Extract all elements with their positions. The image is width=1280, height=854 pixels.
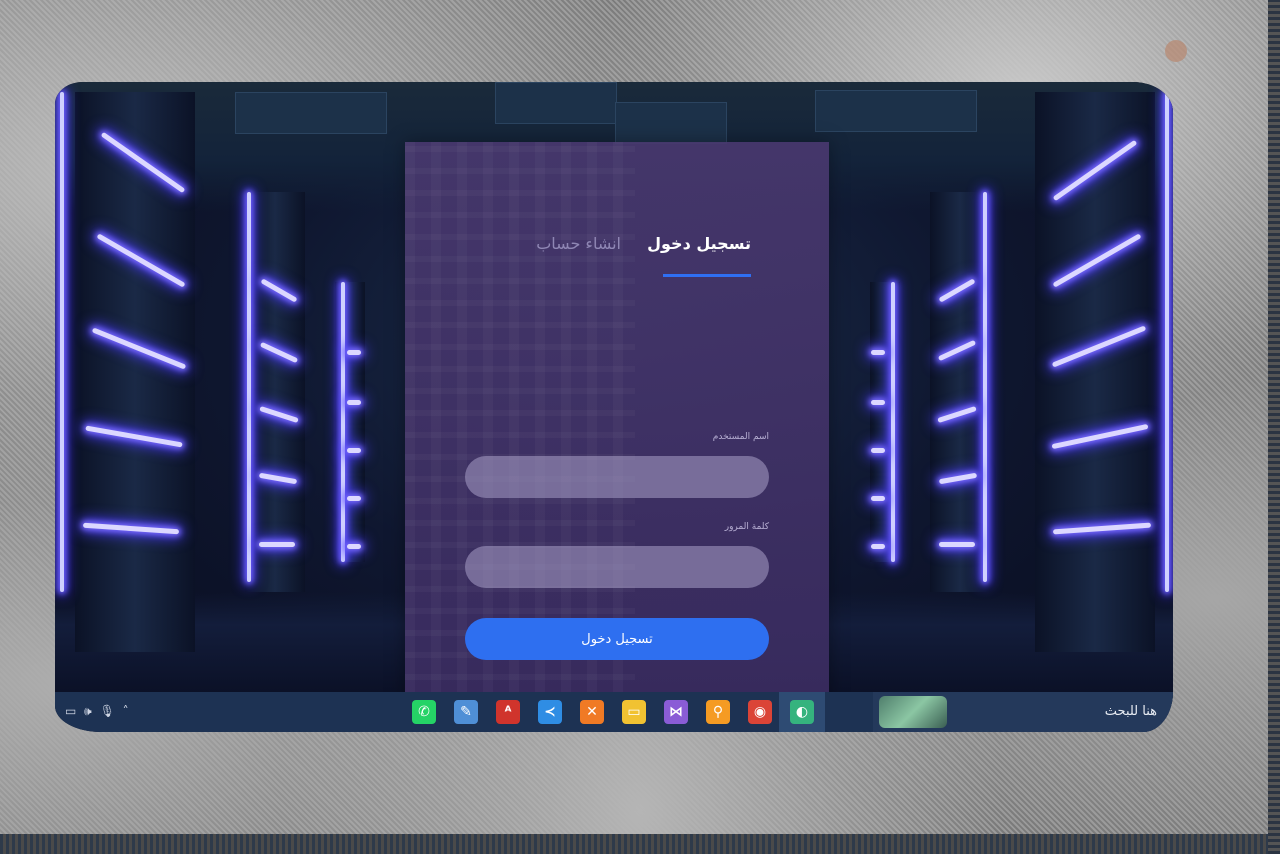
- login-button[interactable]: تسجيل دخول: [465, 618, 769, 660]
- neon-bar: [347, 350, 361, 355]
- chrome-icon[interactable]: ◉: [748, 700, 772, 724]
- battery-icon[interactable]: ▭: [65, 704, 78, 718]
- neon-vertical: [1165, 92, 1169, 592]
- neon-vertical: [341, 282, 345, 562]
- acrobat-icon[interactable]: ᴬ: [496, 700, 520, 724]
- neon-bar: [347, 448, 361, 453]
- pillar-right-3: [870, 282, 900, 562]
- login-panel: تسجيل دخول انشاء حساب اسم المستخدم كلمة …: [405, 142, 829, 727]
- neon-bar: [347, 544, 361, 549]
- system-tray[interactable]: ▭ 🕪 🎙 ˄: [65, 704, 131, 719]
- auth-tabs: تسجيل دخول انشاء حساب: [405, 234, 829, 274]
- username-label: اسم المستخدم: [712, 432, 769, 442]
- visual-studio-icon[interactable]: ⋈: [664, 700, 688, 724]
- neon-vertical: [891, 282, 895, 562]
- xampp-icon[interactable]: ✕: [580, 700, 604, 724]
- taskbar-search[interactable]: هنا للبحث: [873, 692, 1173, 732]
- neon-vertical: [247, 192, 251, 582]
- pillar-left-3: [335, 282, 365, 562]
- tab-login[interactable]: تسجيل دخول: [647, 234, 751, 253]
- search-highlight-image: [879, 696, 947, 728]
- taskbar: ▭ 🕪 🎙 ˄ ✆ ✎ ᴬ ≺ ✕ ▭ ⋈ ⚲ ◉ ◐ هنا للبحث: [55, 692, 1173, 732]
- neon-bar: [347, 400, 361, 405]
- pillar-left-2: [245, 192, 305, 592]
- neon-bar: [939, 542, 975, 547]
- notepad-icon[interactable]: ✎: [454, 700, 478, 724]
- file-explorer-icon[interactable]: ▭: [622, 700, 646, 724]
- desktop-screen: تسجيل دخول انشاء حساب اسم المستخدم كلمة …: [55, 82, 1173, 732]
- neon-bar: [871, 350, 885, 355]
- edge-icon[interactable]: ◐: [790, 700, 814, 724]
- frame-edge-bottom: [0, 834, 1280, 854]
- search-text: هنا للبحث: [1104, 704, 1157, 719]
- tab-signup[interactable]: انشاء حساب: [536, 234, 621, 253]
- frame-edge-right: [1268, 0, 1280, 854]
- neon-bar: [259, 542, 295, 547]
- password-input[interactable]: [465, 546, 769, 588]
- search-tool-icon[interactable]: ⚲: [706, 700, 730, 724]
- vscode-icon[interactable]: ≺: [538, 700, 562, 724]
- corner-stamp: [1165, 40, 1187, 62]
- neon-vertical: [60, 92, 64, 592]
- neon-vertical: [983, 192, 987, 582]
- chevron-up-icon[interactable]: ˄: [123, 704, 131, 718]
- microphone-icon[interactable]: 🎙: [100, 704, 117, 718]
- neon-bar: [871, 496, 885, 501]
- neon-bar: [871, 400, 885, 405]
- whatsapp-icon[interactable]: ✆: [412, 700, 436, 724]
- volume-icon[interactable]: 🕪: [84, 704, 94, 718]
- pillar-left-1: [75, 92, 195, 652]
- neon-bar: [871, 544, 885, 549]
- password-label: كلمة المرور: [724, 522, 769, 532]
- neon-bar: [347, 496, 361, 501]
- pillar-right-1: [1035, 92, 1155, 652]
- username-input[interactable]: [465, 456, 769, 498]
- pillar-right-2: [930, 192, 990, 592]
- neon-bar: [871, 448, 885, 453]
- active-tab-indicator: [663, 274, 751, 277]
